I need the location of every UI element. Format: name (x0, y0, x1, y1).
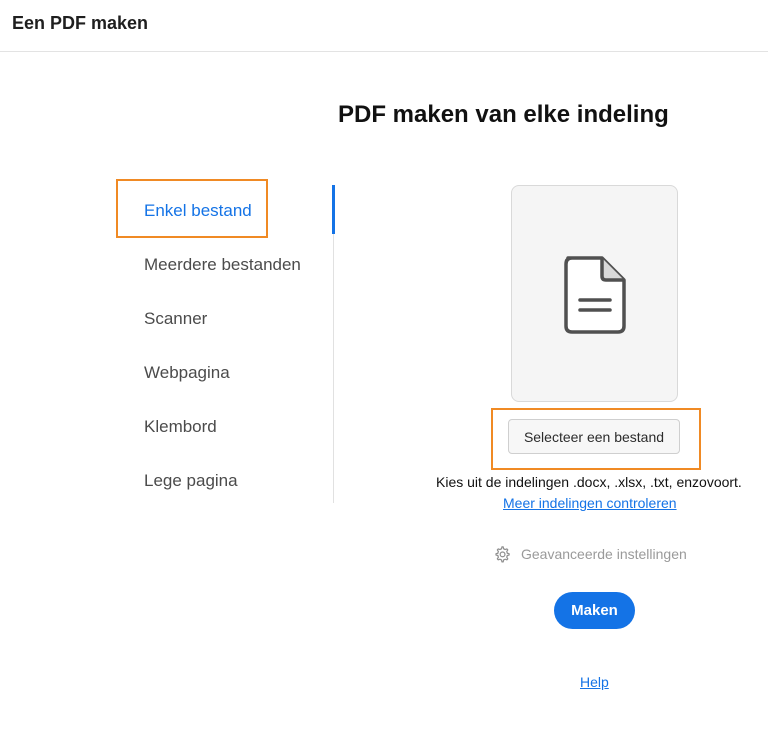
help-link[interactable]: Help (580, 674, 609, 690)
advanced-settings-label: Geavanceerde instellingen (521, 546, 687, 562)
active-tab-indicator (332, 185, 335, 234)
make-button[interactable]: Maken (554, 592, 635, 629)
app-title: Een PDF maken (12, 13, 149, 33)
sidebar-item-single-file[interactable]: Enkel bestand (144, 201, 252, 221)
sidebar-item-scanner[interactable]: Scanner (144, 309, 207, 329)
select-file-button[interactable]: Selecteer een bestand (508, 419, 680, 454)
sidebar-item-webpage[interactable]: Webpagina (144, 363, 230, 383)
gear-icon (495, 546, 510, 563)
supported-formats-text: Kies uit de indelingen .docx, .xlsx, .tx… (436, 474, 742, 490)
advanced-settings-button[interactable]: Geavanceerde instellingen (493, 545, 687, 563)
sidebar-item-blank-page[interactable]: Lege pagina (144, 471, 238, 491)
document-icon (564, 256, 626, 334)
more-formats-link[interactable]: Meer indelingen controleren (503, 495, 677, 511)
sidebar-item-multiple-files[interactable]: Meerdere bestanden (144, 255, 301, 275)
app-header: Een PDF maken (0, 0, 768, 52)
page-title: PDF maken van elke indeling (338, 101, 669, 128)
sidebar-item-clipboard[interactable]: Klembord (144, 417, 217, 437)
